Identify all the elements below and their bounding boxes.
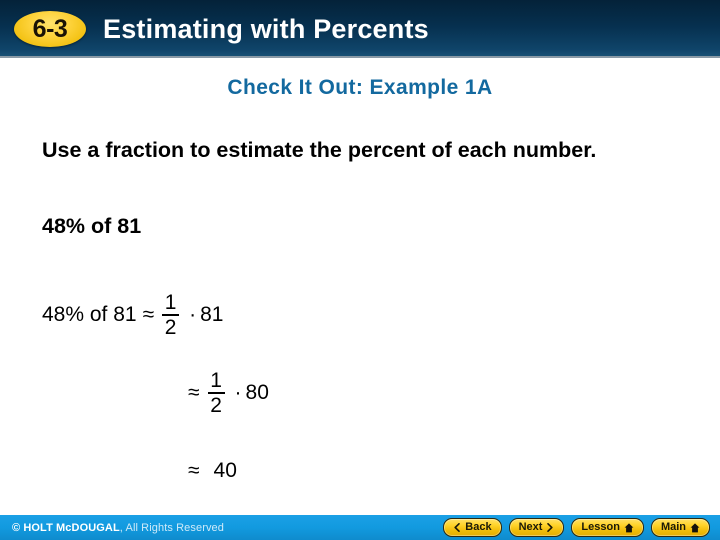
chevron-left-icon: [454, 523, 461, 532]
fraction-one-half: 1 2: [162, 291, 180, 339]
fraction-one-half: 1 2: [207, 369, 225, 417]
navigation-buttons: Back Next Lesson Main: [443, 518, 710, 537]
back-button-label: Back: [465, 521, 492, 533]
slide-body: Check It Out: Example 1A Use a fraction …: [0, 58, 720, 515]
slide-header: 6-3 Estimating with Percents: [0, 0, 720, 58]
step-operand: 81: [200, 303, 224, 326]
home-icon: [690, 522, 700, 532]
chevron-right-icon: [547, 523, 554, 532]
copyright-notice: © HOLT McDOUGAL, All Rights Reserved: [12, 522, 224, 534]
lesson-home-button[interactable]: Lesson: [571, 518, 644, 537]
solution-step: 48% of 81 ≈ 1 2 · 81: [42, 276, 682, 354]
multiplication-dot: ·: [234, 381, 242, 404]
main-home-button[interactable]: Main: [650, 518, 710, 537]
next-button[interactable]: Next: [508, 518, 565, 537]
back-button[interactable]: Back: [443, 518, 502, 537]
step-left-expression: 48% of 81: [42, 303, 137, 326]
solution-work: 48% of 81 ≈ 1 2 · 81 ≈ 1 2 · 80 ≈ 40: [42, 276, 682, 510]
step-result: 40: [213, 459, 237, 482]
step-operand: 80: [245, 381, 269, 404]
lesson-button-label: Lesson: [581, 521, 620, 533]
home-icon: [624, 522, 634, 532]
approx-symbol: ≈: [188, 459, 200, 482]
main-button-label: Main: [660, 521, 686, 533]
multiplication-dot: ·: [189, 303, 197, 326]
page-title: Estimating with Percents: [103, 13, 429, 44]
fraction-numerator: 1: [210, 369, 222, 392]
copyright-brand: © HOLT McDOUGAL: [12, 521, 120, 534]
approx-symbol: ≈: [188, 381, 200, 404]
copyright-rights: , All Rights Reserved: [119, 521, 224, 534]
solution-step: ≈ 40: [42, 432, 682, 510]
fraction-denominator: 2: [164, 316, 177, 339]
solution-step: ≈ 1 2 · 80: [42, 354, 682, 432]
instruction-text: Use a fraction to estimate the percent o…: [42, 138, 597, 162]
fraction-denominator: 2: [210, 394, 222, 417]
problem-statement: 48% of 81: [42, 214, 142, 238]
approx-symbol: ≈: [142, 303, 155, 326]
fraction-numerator: 1: [164, 291, 177, 314]
lesson-number-badge: 6-3: [14, 11, 86, 47]
next-button-label: Next: [518, 521, 543, 533]
example-heading: Check It Out: Example 1A: [227, 76, 493, 99]
lesson-number-label: 6-3: [32, 14, 68, 43]
slide-footer: © HOLT McDOUGAL, All Rights Reserved Bac…: [0, 515, 720, 540]
